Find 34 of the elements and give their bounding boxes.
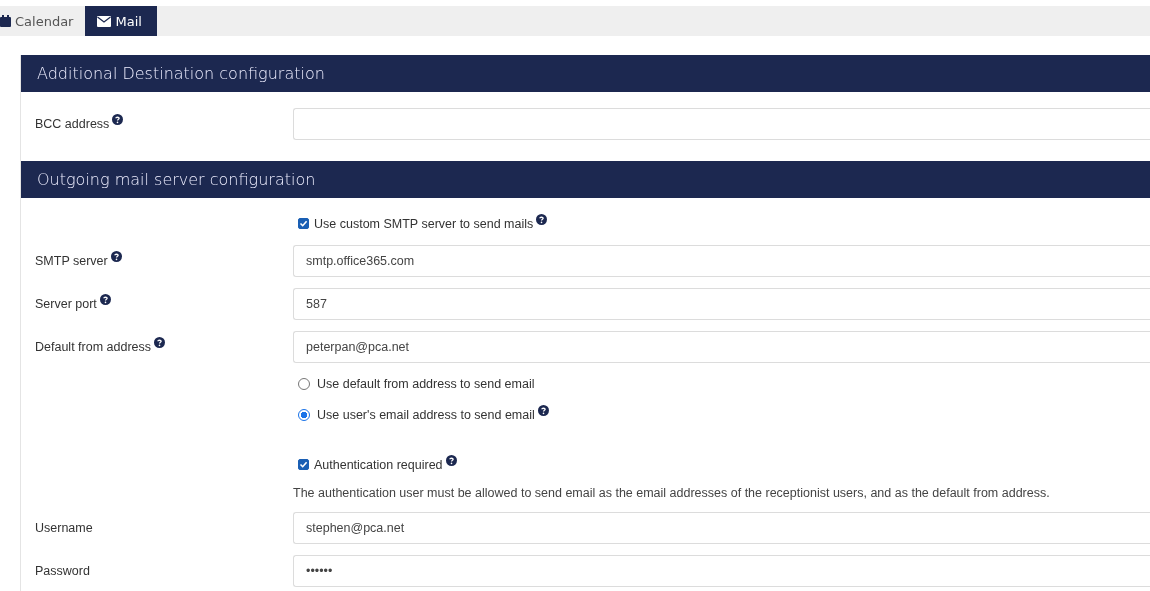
field-label: Username <box>35 520 93 535</box>
calendar-icon <box>0 15 11 27</box>
input-field[interactable]: stephen@pca.net <box>293 511 1150 544</box>
tab[interactable]: Calendar <box>0 6 82 36</box>
field-label: SMTP server <box>35 253 108 268</box>
field-label: Default from address <box>35 339 152 354</box>
checkbox[interactable] <box>298 459 309 470</box>
help-icon[interactable] <box>154 336 166 348</box>
help-icon[interactable] <box>99 293 111 305</box>
tab[interactable]: Mail <box>85 6 157 36</box>
radio-button[interactable] <box>298 408 310 421</box>
input-field[interactable]: peterpan@pca.net <box>293 330 1150 363</box>
section-header: Outgoing mail server configuration <box>21 161 1150 198</box>
checkbox[interactable] <box>298 218 309 229</box>
field-label: Server port <box>35 296 97 311</box>
input-field[interactable]: 587 <box>293 287 1150 320</box>
envelope-icon <box>97 15 112 27</box>
help-icon[interactable] <box>112 113 124 125</box>
radio-label: Use default from address to send email <box>317 376 535 391</box>
radio-button[interactable] <box>298 377 310 390</box>
input-field[interactable] <box>293 107 1150 140</box>
checkbox-label: Use custom SMTP server to send mails <box>314 216 534 231</box>
input-field[interactable]: smtp.office365.com <box>293 244 1150 277</box>
help-icon[interactable] <box>537 405 549 416</box>
checkbox-label: Authentication required <box>314 457 443 472</box>
help-icon[interactable] <box>536 214 548 225</box>
field-label: BCC address <box>35 116 110 131</box>
input-field[interactable]: •••••• <box>293 554 1150 587</box>
help-icon[interactable] <box>445 455 457 466</box>
field-label: Password <box>35 563 90 578</box>
help-icon[interactable] <box>110 250 122 262</box>
radio-label: Use user's email address to send email <box>317 407 535 422</box>
help-text: The authentication user must be allowed to send email as the email addresses of the receptionist users, and as the default from address. <box>293 486 1050 500</box>
section-header: Additional Destination configuration <box>21 55 1150 92</box>
